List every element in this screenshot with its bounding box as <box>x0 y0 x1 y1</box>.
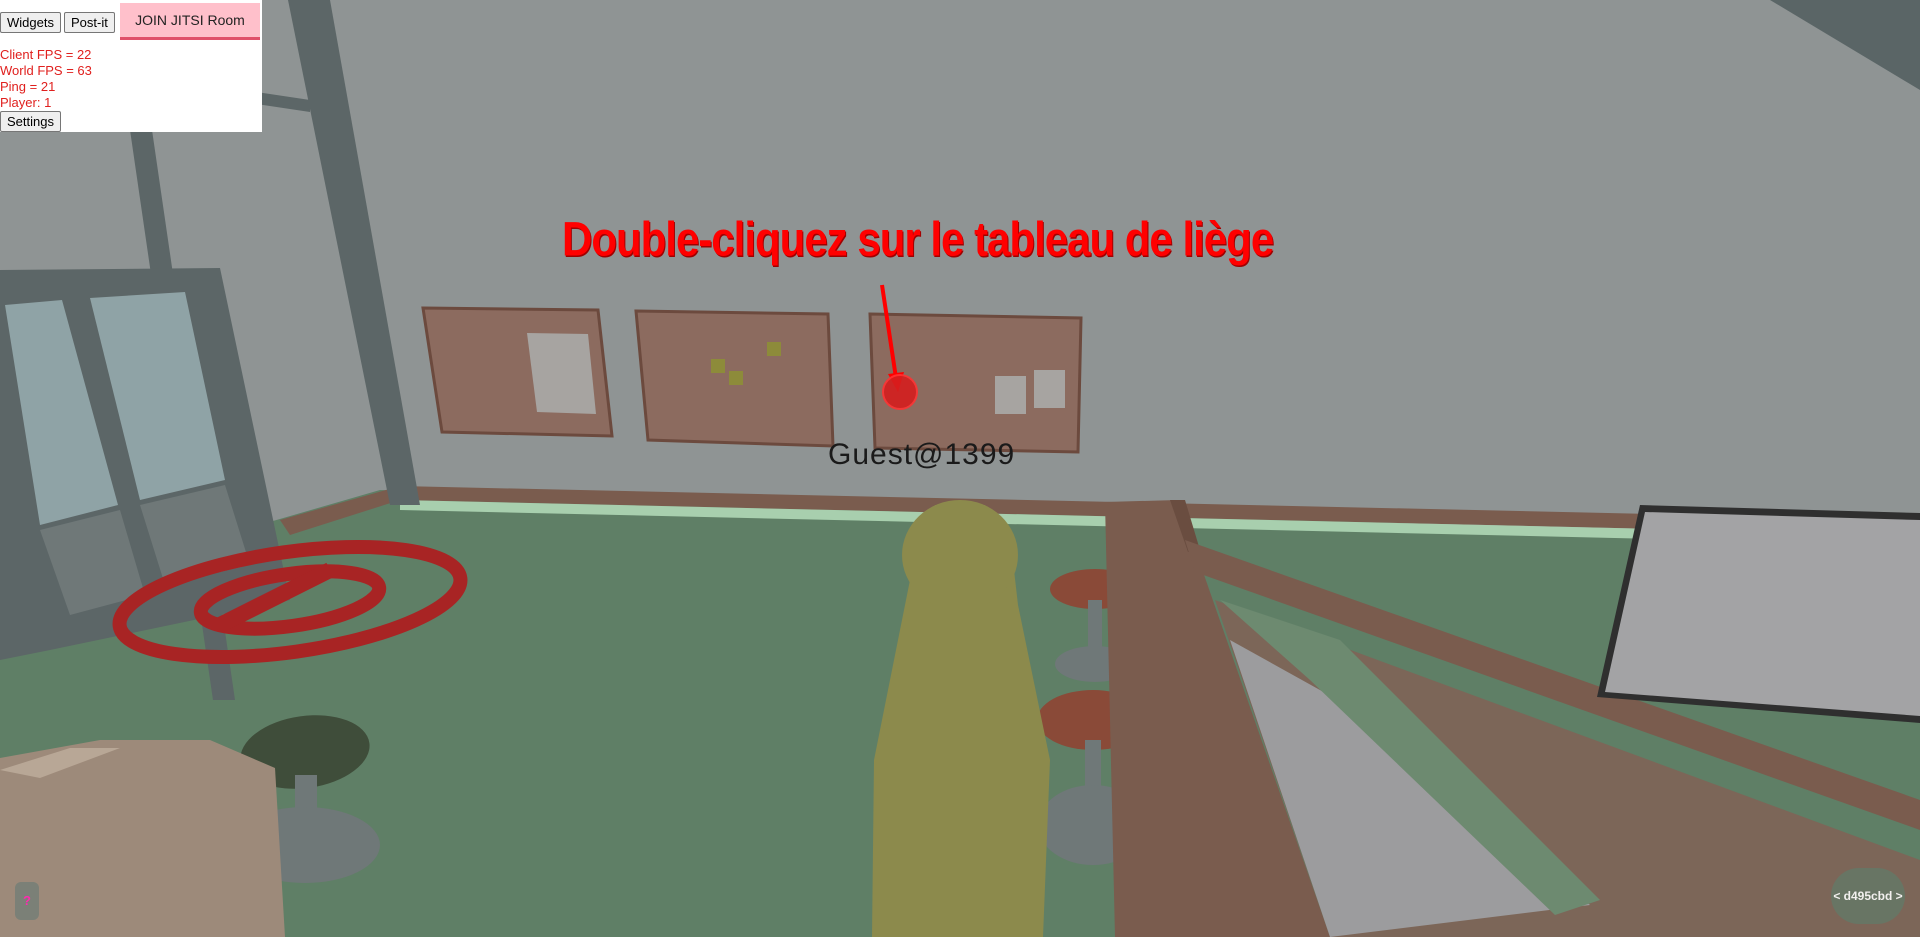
corkboard-3-paper-2 <box>1034 370 1065 408</box>
help-button[interactable]: ? <box>15 882 39 920</box>
player-avatar-head <box>902 500 1018 610</box>
target-crosshair <box>882 374 918 410</box>
session-id-badge[interactable]: < d495cbd > <box>1831 868 1905 924</box>
postit-note-2[interactable] <box>729 371 743 385</box>
postit-note-3[interactable] <box>767 342 781 356</box>
widgets-button[interactable]: Widgets <box>0 12 61 33</box>
postit-note-1[interactable] <box>711 359 725 373</box>
join-jitsi-room-button[interactable]: JOIN JITSI Room <box>120 3 260 40</box>
settings-button[interactable]: Settings <box>0 111 61 132</box>
postit-button[interactable]: Post-it <box>64 12 115 33</box>
corkboard-3-paper-1 <box>995 376 1026 414</box>
player-count-readout: Player: 1 <box>0 95 52 110</box>
world-fps-readout: World FPS = 63 <box>0 63 92 78</box>
corkboard-1-paper <box>527 333 596 414</box>
ping-readout: Ping = 21 <box>0 79 56 94</box>
instruction-banner: Double-cliquez sur le tableau de liège <box>562 212 1274 267</box>
whiteboard-surface <box>1605 512 1920 716</box>
stats-panel: Client FPS = 22 World FPS = 63 Ping = 21… <box>0 47 92 111</box>
client-fps-readout: Client FPS = 22 <box>0 47 92 62</box>
hud-panel: Widgets Post-it JOIN JITSI Room Client F… <box>0 0 262 132</box>
player-name-tag: Guest@1399 <box>828 438 1016 471</box>
